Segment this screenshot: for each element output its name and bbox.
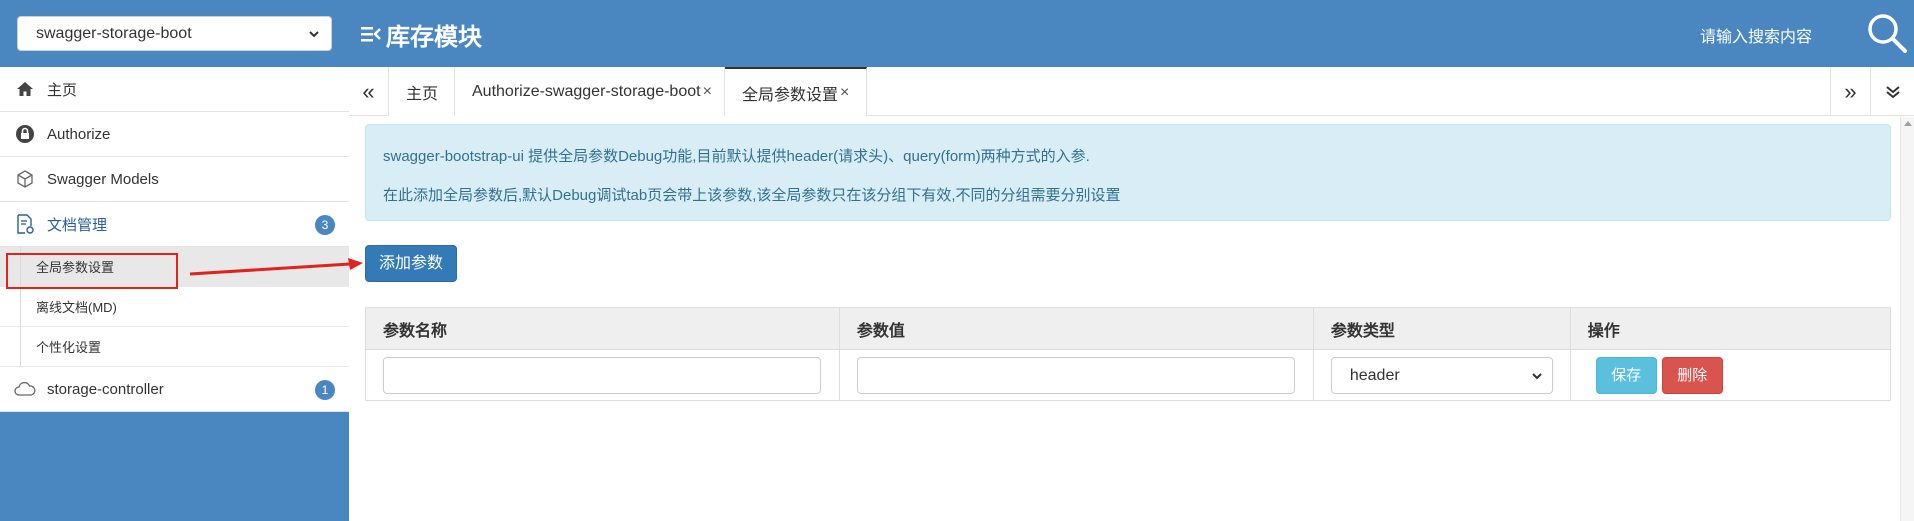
- tab-scroll-right-button[interactable]: »: [1830, 67, 1870, 116]
- table-header-row: 参数名称 参数值 参数类型 操作: [365, 307, 1892, 350]
- tab-label: 主页: [406, 85, 439, 103]
- annotation-arrow: [189, 258, 363, 276]
- vertical-scrollbar[interactable]: [1900, 117, 1914, 521]
- close-icon[interactable]: ×: [703, 83, 712, 101]
- scroll-up-arrow-icon[interactable]: [1904, 121, 1912, 126]
- column-header: 参数名称: [365, 307, 840, 350]
- count-badge: 1: [315, 380, 335, 400]
- tab-scroll-left-button[interactable]: «: [349, 67, 389, 116]
- sidebar-item-label: storage-controller: [47, 380, 164, 398]
- home-icon: [14, 78, 36, 100]
- sidebar-menu: 主页 Authorize Swagger Models 文档管理 3 全局参数设…: [0, 67, 349, 412]
- delete-button[interactable]: 删除: [1661, 356, 1723, 394]
- save-button[interactable]: 保存: [1595, 356, 1657, 394]
- tab-bar: « 主页 Authorize-swagger-storage-boot × 全局…: [349, 67, 1914, 116]
- count-badge: 3: [315, 215, 335, 235]
- sidebar: 主页 Authorize Swagger Models 文档管理 3 全局参数设…: [0, 67, 349, 521]
- tab-options-button[interactable]: [1870, 67, 1914, 116]
- table-row: header 保存 删除: [365, 349, 1892, 401]
- sidebar-item-home[interactable]: 主页: [0, 67, 349, 112]
- sidebar-item-doc-management[interactable]: 文档管理 3: [0, 202, 349, 247]
- param-value-input[interactable]: [856, 356, 1295, 394]
- menu-collapse-icon[interactable]: [360, 24, 382, 44]
- annotation-highlight-box: [6, 253, 178, 289]
- column-header: 参数类型: [1312, 307, 1571, 350]
- cloud-icon: [14, 378, 36, 400]
- actions-cell: 保存 删除: [1569, 349, 1892, 401]
- sidebar-subitem-label: 离线文档(MD): [36, 300, 117, 315]
- sidebar-subitem-personalization[interactable]: 个性化设置: [0, 327, 349, 367]
- info-alert: swagger-bootstrap-ui 提供全局参数Debug功能,目前默认提…: [365, 124, 1891, 221]
- close-icon[interactable]: ×: [840, 84, 849, 102]
- param-type-value: header: [1349, 366, 1400, 384]
- double-chevron-right-icon: »: [1844, 78, 1857, 104]
- add-param-button[interactable]: 添加参数: [365, 245, 457, 282]
- lock-icon: [14, 123, 36, 145]
- double-chevron-left-icon: «: [362, 78, 375, 104]
- param-type-select[interactable]: header: [1330, 356, 1553, 394]
- group-select-value: swagger-storage-boot: [36, 25, 192, 42]
- column-header: 操作: [1569, 307, 1892, 350]
- tab-home[interactable]: 主页: [389, 67, 455, 116]
- info-line-2: 在此添加全局参数后,默认Debug调试tab页会带上该参数,该全局参数只在该分组…: [383, 187, 1121, 204]
- search-hint[interactable]: 请输入搜索内容: [1700, 23, 1812, 47]
- sidebar-item-swagger-models[interactable]: Swagger Models: [0, 157, 349, 202]
- global-params-table: 参数名称 参数值 参数类型 操作 header 保存 删除: [365, 307, 1892, 401]
- tab-label: Authorize-swagger-storage-boot: [472, 82, 701, 100]
- chevron-down-icon: [1532, 372, 1542, 379]
- sidebar-item-storage-controller[interactable]: storage-controller 1: [0, 367, 349, 412]
- group-select[interactable]: swagger-storage-boot: [17, 16, 332, 51]
- module-title: 库存模块: [360, 18, 482, 51]
- sidebar-item-authorize[interactable]: Authorize: [0, 112, 349, 157]
- search-icon[interactable]: [1866, 12, 1908, 54]
- sidebar-subitem-offline-docs[interactable]: 离线文档(MD): [0, 287, 349, 327]
- sidebar-item-label: 主页: [47, 81, 78, 99]
- sidebar-item-label: 文档管理: [47, 216, 108, 234]
- sidebar-subitem-label: 个性化设置: [36, 340, 102, 355]
- param-name-cell: [365, 349, 840, 401]
- cube-icon: [14, 168, 36, 190]
- info-line-1: swagger-bootstrap-ui 提供全局参数Debug功能,目前默认提…: [383, 148, 1090, 165]
- tab-label: 全局参数设置: [742, 86, 839, 104]
- module-title-text: 库存模块: [386, 23, 482, 51]
- top-header: swagger-storage-boot 库存模块 请输入搜索内容: [0, 0, 1914, 67]
- tab-authorize[interactable]: Authorize-swagger-storage-boot ×: [455, 67, 725, 116]
- doc-settings-icon: [14, 213, 36, 235]
- sidebar-item-label: Authorize: [47, 125, 111, 143]
- param-name-input[interactable]: [383, 356, 821, 394]
- tab-global-params[interactable]: 全局参数设置 ×: [725, 67, 867, 116]
- param-value-cell: [838, 349, 1314, 401]
- sidebar-item-label: Swagger Models: [47, 170, 159, 188]
- double-chevron-down-icon: [1885, 85, 1900, 98]
- param-type-cell: header: [1312, 349, 1571, 401]
- chevron-down-icon: [309, 31, 319, 38]
- column-header: 参数值: [838, 307, 1314, 350]
